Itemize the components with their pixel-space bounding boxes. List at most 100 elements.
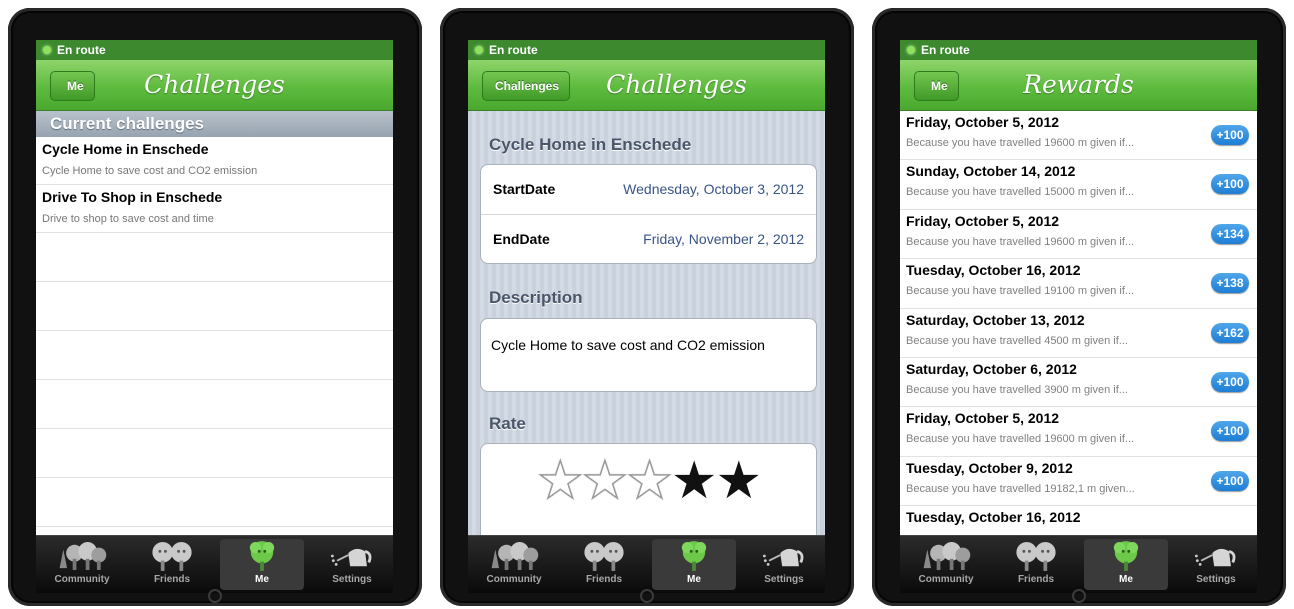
rewards-list: Friday, October 5, 2012 Because you have …	[900, 111, 1257, 536]
tab-label: Settings	[332, 574, 372, 585]
points-badge: +138	[1211, 273, 1249, 294]
tab-settings[interactable]: Settings	[1174, 539, 1257, 590]
reward-date: Sunday, October 14, 2012	[906, 163, 1076, 180]
status-dot-icon	[43, 46, 51, 54]
back-button[interactable]: Challenges	[482, 71, 571, 101]
reward-row[interactable]: Friday, October 5, 2012 Because you have …	[900, 111, 1257, 161]
home-button[interactable]	[208, 589, 222, 603]
reward-reason: Because you have travelled 19600 m given…	[906, 433, 1135, 446]
star-filled-icon[interactable]: ★	[715, 452, 762, 510]
tab-label: Friends	[153, 574, 191, 585]
status-text: En route	[489, 43, 538, 57]
screen-challenge-detail: En route Challenges Challenges Cycle Hom…	[468, 40, 825, 593]
reward-row[interactable]: Friday, October 5, 2012 Because you have …	[900, 407, 1257, 457]
tab-bar: Community Friends Me Settings	[36, 535, 393, 593]
tab-community[interactable]: Community	[40, 539, 124, 590]
reward-date: Friday, October 5, 2012	[906, 410, 1060, 427]
end-date-label: EndDate	[493, 231, 550, 247]
empty-row	[36, 380, 393, 429]
challenge-title: Cycle Home in Enschede	[489, 135, 692, 154]
screen-challenges-list: En route Challenges Me Current challenge…	[36, 40, 393, 593]
tab-label: Me	[1119, 574, 1133, 585]
star-empty-icon[interactable]: ★	[536, 451, 584, 511]
tab-settings[interactable]: Settings	[310, 539, 393, 590]
tab-bar: Community Friends Me Settings	[468, 535, 825, 593]
reward-row[interactable]: Saturday, October 13, 2012 Because you ha…	[900, 309, 1257, 358]
reward-reason: Because you have travelled 15000 m given…	[906, 186, 1135, 199]
grouped-table-background: Cycle Home in Enschede StartDate Wednesd…	[468, 111, 825, 543]
reward-row[interactable]: Sunday, October 14, 2012 Because you have…	[900, 160, 1257, 210]
status-dot-icon	[475, 46, 483, 54]
reward-row[interactable]: Friday, October 5, 2012 Because you have …	[900, 210, 1257, 260]
tab-label: Friends	[1017, 574, 1055, 585]
end-date-row: EndDate Friday, November 2, 2012	[481, 214, 816, 263]
community-trees-icon	[904, 539, 988, 573]
reward-reason: Because you have travelled 4500 m given …	[906, 334, 1128, 347]
navigation-bar: Challenges Me	[36, 60, 393, 111]
reward-row[interactable]: Tuesday, October 16, 2012	[900, 506, 1257, 536]
community-trees-icon	[40, 539, 124, 573]
tab-label: Settings	[1196, 574, 1236, 585]
reward-row[interactable]: Tuesday, October 9, 2012 Because you have…	[900, 457, 1257, 507]
reward-date: Saturday, October 6, 2012	[906, 360, 1077, 377]
friends-trees-icon	[130, 539, 214, 573]
tab-label: Settings	[764, 574, 804, 585]
points-badge: +162	[1211, 322, 1249, 343]
watering-can-icon	[742, 539, 825, 573]
list-item[interactable]: Drive To Shop in Enschede Drive to shop …	[36, 185, 393, 233]
watering-can-icon	[310, 539, 393, 573]
tab-friends[interactable]: Friends	[130, 539, 214, 590]
back-button[interactable]: Me	[914, 71, 959, 101]
watering-can-icon	[1174, 539, 1257, 573]
start-date-value: Wednesday, October 3, 2012	[623, 181, 804, 197]
me-tree-icon	[220, 539, 304, 573]
tablet-frame-challenges-list: En route Challenges Me Current challenge…	[8, 8, 422, 606]
reward-reason: Because you have travelled 19600 m given…	[906, 235, 1135, 248]
points-badge: +100	[1211, 470, 1249, 491]
star-empty-icon[interactable]: ★	[625, 451, 673, 511]
star-rating[interactable]: ★★★★★	[481, 444, 816, 518]
tab-me[interactable]: Me	[1084, 539, 1168, 590]
tab-community[interactable]: Community	[472, 539, 556, 590]
tab-community[interactable]: Community	[904, 539, 988, 590]
reward-row[interactable]: Tuesday, October 16, 2012 Because you hav…	[900, 259, 1257, 309]
tab-bar: Community Friends Me Settings	[900, 535, 1257, 593]
reward-reason: Because you have travelled 19100 m given…	[906, 285, 1135, 298]
list-item[interactable]: Cycle Home in Enschede Cycle Home to sav…	[36, 137, 393, 185]
date-group: StartDate Wednesday, October 3, 2012 End…	[480, 164, 817, 264]
star-empty-icon[interactable]: ★	[581, 451, 629, 511]
tab-settings[interactable]: Settings	[742, 539, 825, 590]
home-button[interactable]	[640, 589, 654, 603]
tab-label: Community	[918, 574, 974, 585]
navigation-bar: Rewards Me	[900, 60, 1257, 111]
points-badge: +100	[1211, 371, 1249, 392]
tab-me[interactable]: Me	[220, 539, 304, 590]
end-date-value: Friday, November 2, 2012	[643, 231, 804, 247]
reward-reason: Because you have travelled 19182,1 m giv…	[906, 482, 1135, 495]
friends-trees-icon	[994, 539, 1078, 573]
status-bar: En route	[36, 40, 393, 60]
rating-group: ★★★★★	[480, 443, 817, 543]
tab-friends[interactable]: Friends	[994, 539, 1078, 590]
screen-rewards: En route Rewards Me Friday, October 5, 2…	[900, 40, 1257, 593]
empty-row	[36, 282, 393, 331]
tab-me[interactable]: Me	[652, 539, 736, 590]
tab-friends[interactable]: Friends	[562, 539, 646, 590]
rate-heading: Rate	[489, 414, 526, 433]
me-tree-icon	[652, 539, 736, 573]
status-text: En route	[57, 43, 106, 57]
description-text: Cycle Home to save cost and CO2 emission	[491, 337, 765, 353]
reward-row[interactable]: Saturday, October 6, 2012 Because you hav…	[900, 358, 1257, 408]
back-button-label: Me	[67, 79, 84, 93]
star-filled-icon[interactable]: ★	[671, 452, 718, 510]
back-button[interactable]: Me	[50, 71, 95, 101]
tab-label: Friends	[585, 574, 623, 585]
tablet-frame-rewards: En route Rewards Me Friday, October 5, 2…	[872, 8, 1286, 606]
empty-row	[36, 233, 393, 282]
reward-date: Tuesday, October 16, 2012	[906, 509, 1081, 526]
tab-label: Me	[255, 574, 269, 585]
status-dot-icon	[907, 46, 915, 54]
challenge-subtitle: Drive to shop to save cost and time	[42, 213, 214, 225]
reward-reason: Because you have travelled 19600 m given…	[906, 137, 1135, 149]
home-button[interactable]	[1072, 589, 1086, 603]
